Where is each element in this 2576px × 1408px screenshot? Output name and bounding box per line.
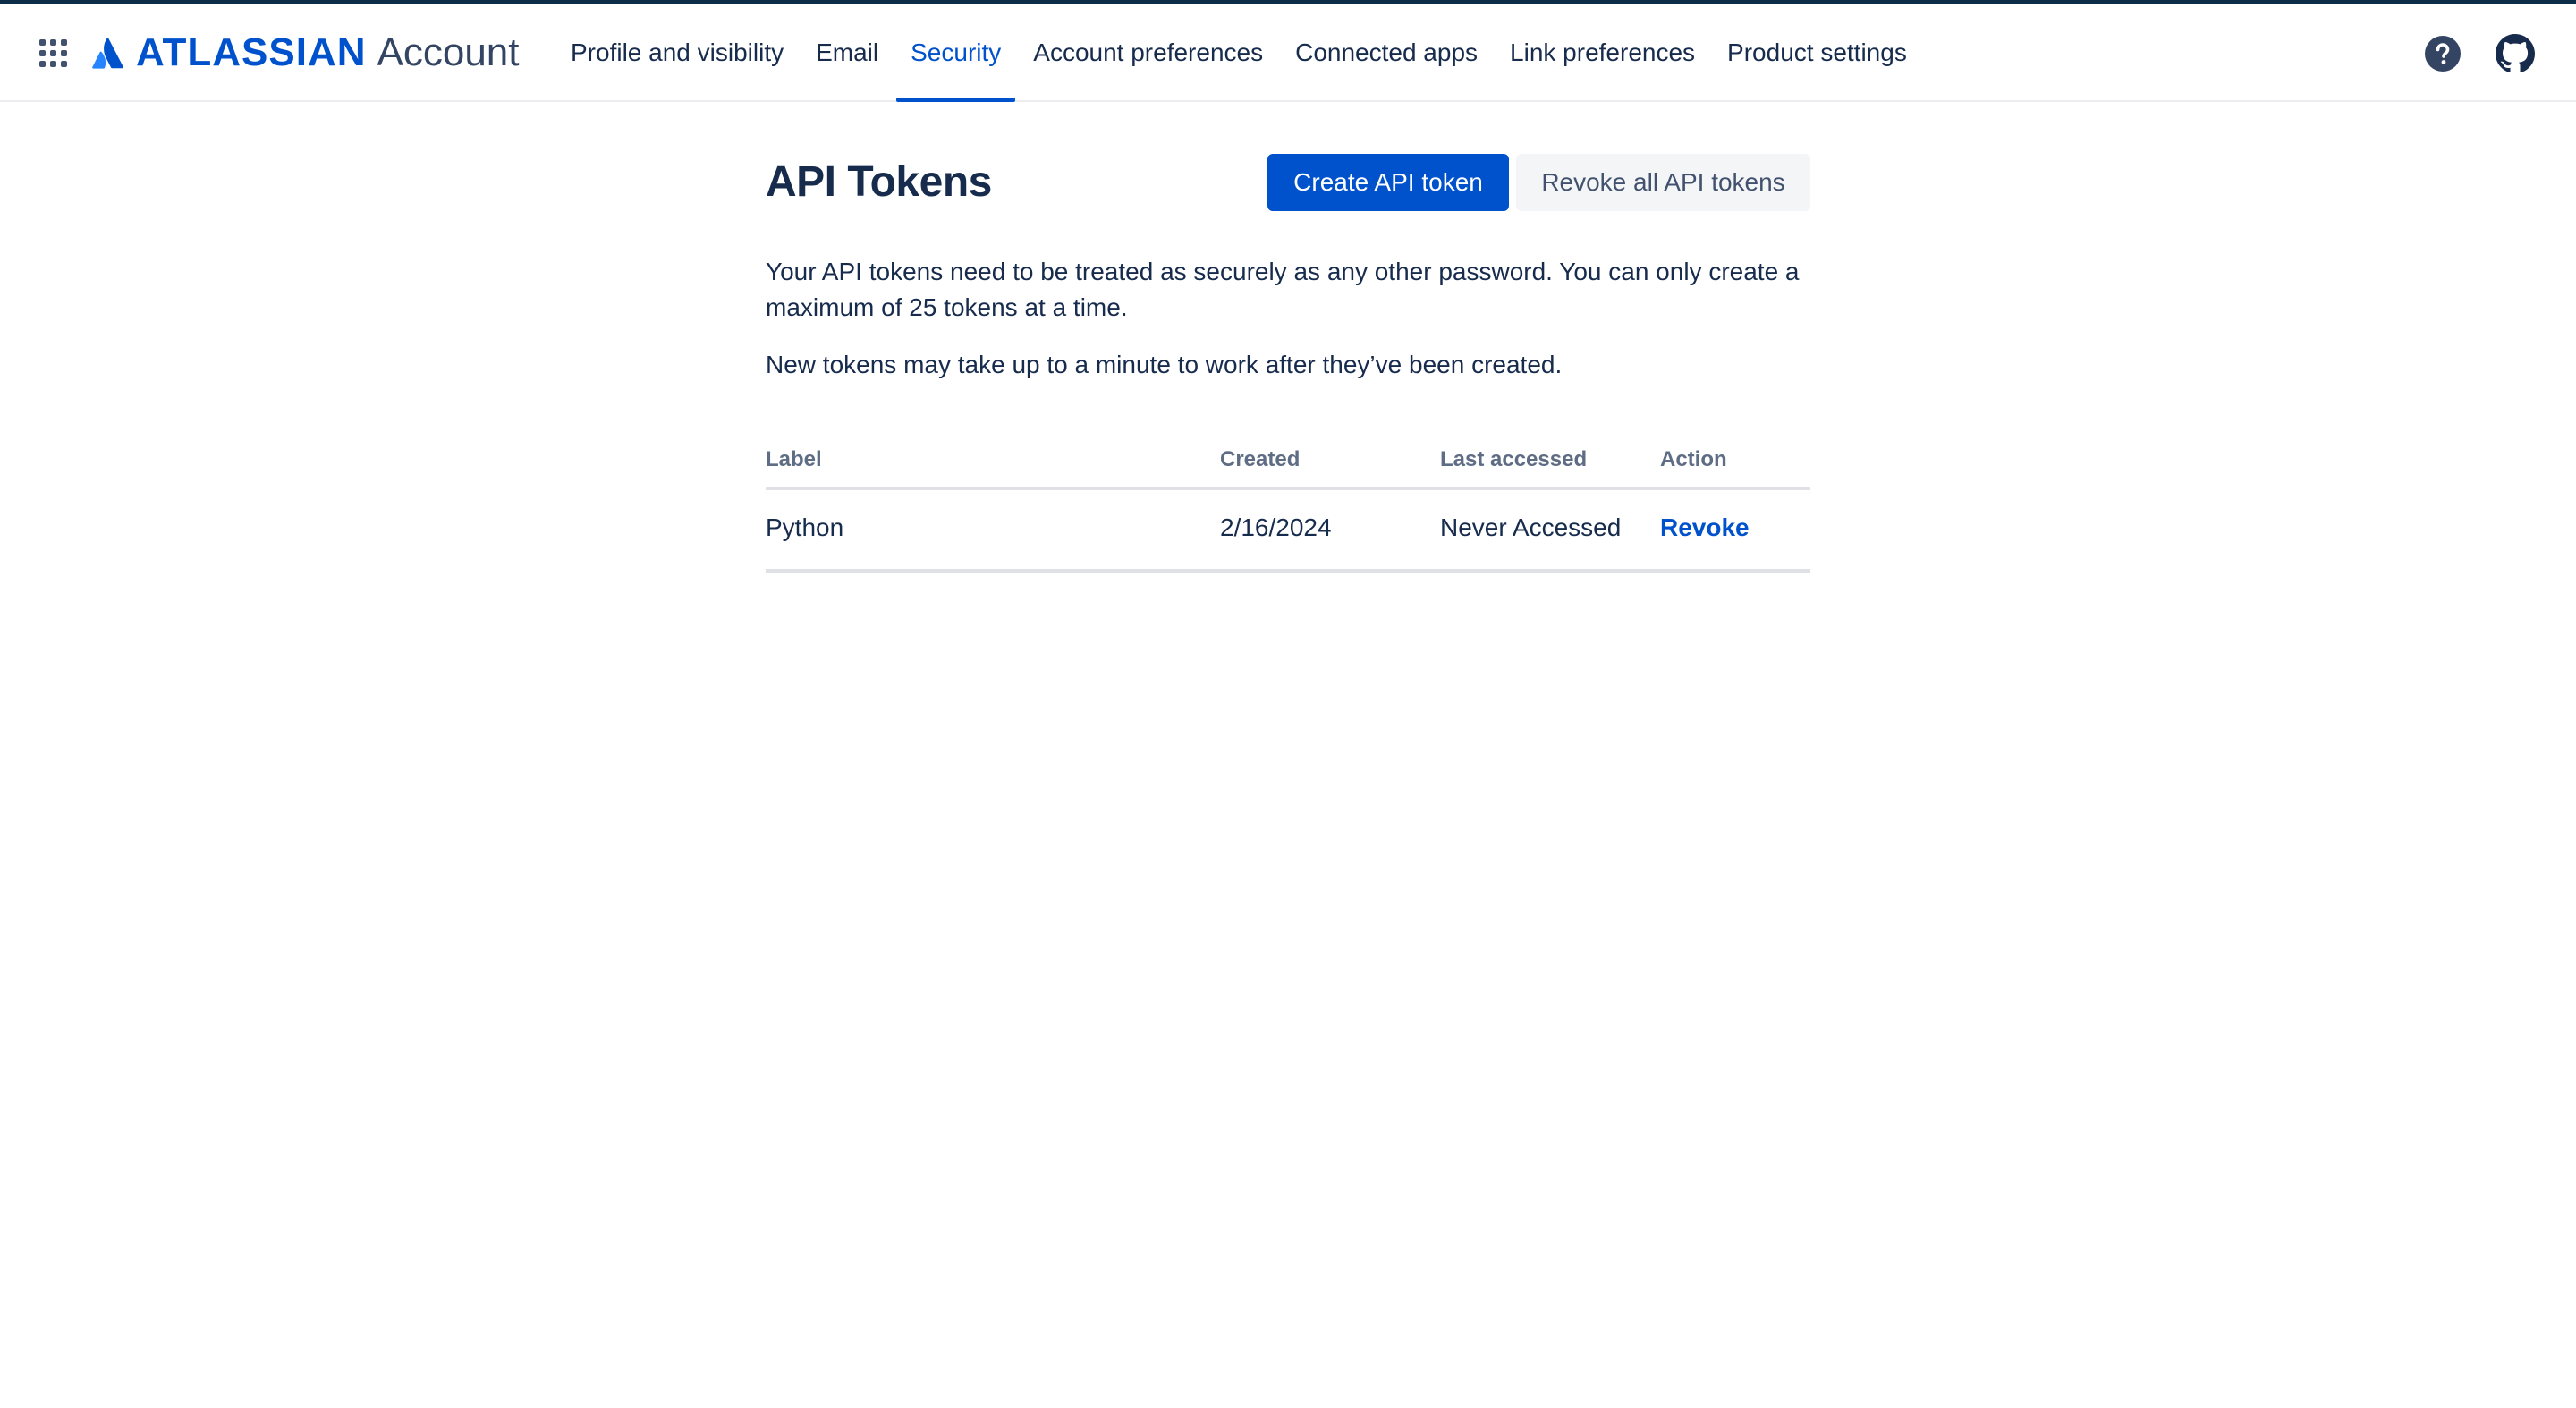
description-activation-delay: New tokens may take up to a minute to wo… [766,351,1563,378]
revoke-all-api-tokens-button[interactable]: Revoke all API tokens [1516,154,1810,211]
revoke-token-link[interactable]: Revoke [1660,513,1750,541]
column-header-created[interactable]: Created [1220,447,1300,472]
column-header-label[interactable]: Label [766,447,822,472]
top-navigation: ATLASSIAN Account Profile and visibility… [0,4,2576,102]
main-nav: Profile and visibility Email Security Ac… [555,4,1923,102]
page-title: API Tokens [766,158,992,206]
token-label-cell: Python [766,513,844,541]
nav-item-security[interactable]: Security [894,4,1017,102]
nav-item-email[interactable]: Email [800,4,894,102]
app-switcher-icon[interactable] [39,39,68,68]
api-tokens-table: Label Created Last accessed Action Pytho… [766,437,1810,573]
create-api-token-button[interactable]: Create API token [1267,154,1509,211]
table-header-row: Label Created Last accessed Action [766,437,1810,490]
atlassian-account-logo[interactable]: ATLASSIAN Account [91,30,520,75]
nav-item-account-preferences[interactable]: Account preferences [1017,4,1279,102]
help-icon[interactable] [2423,34,2462,73]
token-last-accessed-cell: Never Accessed [1440,513,1622,541]
nav-item-product-settings[interactable]: Product settings [1711,4,1923,102]
logo-word: ATLASSIAN [136,30,367,74]
github-icon[interactable] [2496,34,2535,73]
column-header-action: Action [1660,447,1727,471]
logo-product: Account [377,30,520,74]
nav-item-connected-apps[interactable]: Connected apps [1279,4,1494,102]
table-row: Python 2/16/2024 Never Accessed Revoke [766,490,1810,573]
atlassian-logo-icon [92,38,123,69]
token-created-cell: 2/16/2024 [1220,513,1332,541]
nav-item-profile-and-visibility[interactable]: Profile and visibility [555,4,800,102]
token-action-cell: Revoke [1660,513,1750,542]
description-security-notice: Your API tokens need to be treated as se… [766,258,1800,321]
nav-item-link-preferences[interactable]: Link preferences [1494,4,1711,102]
column-header-last-accessed[interactable]: Last accessed [1440,447,1587,472]
